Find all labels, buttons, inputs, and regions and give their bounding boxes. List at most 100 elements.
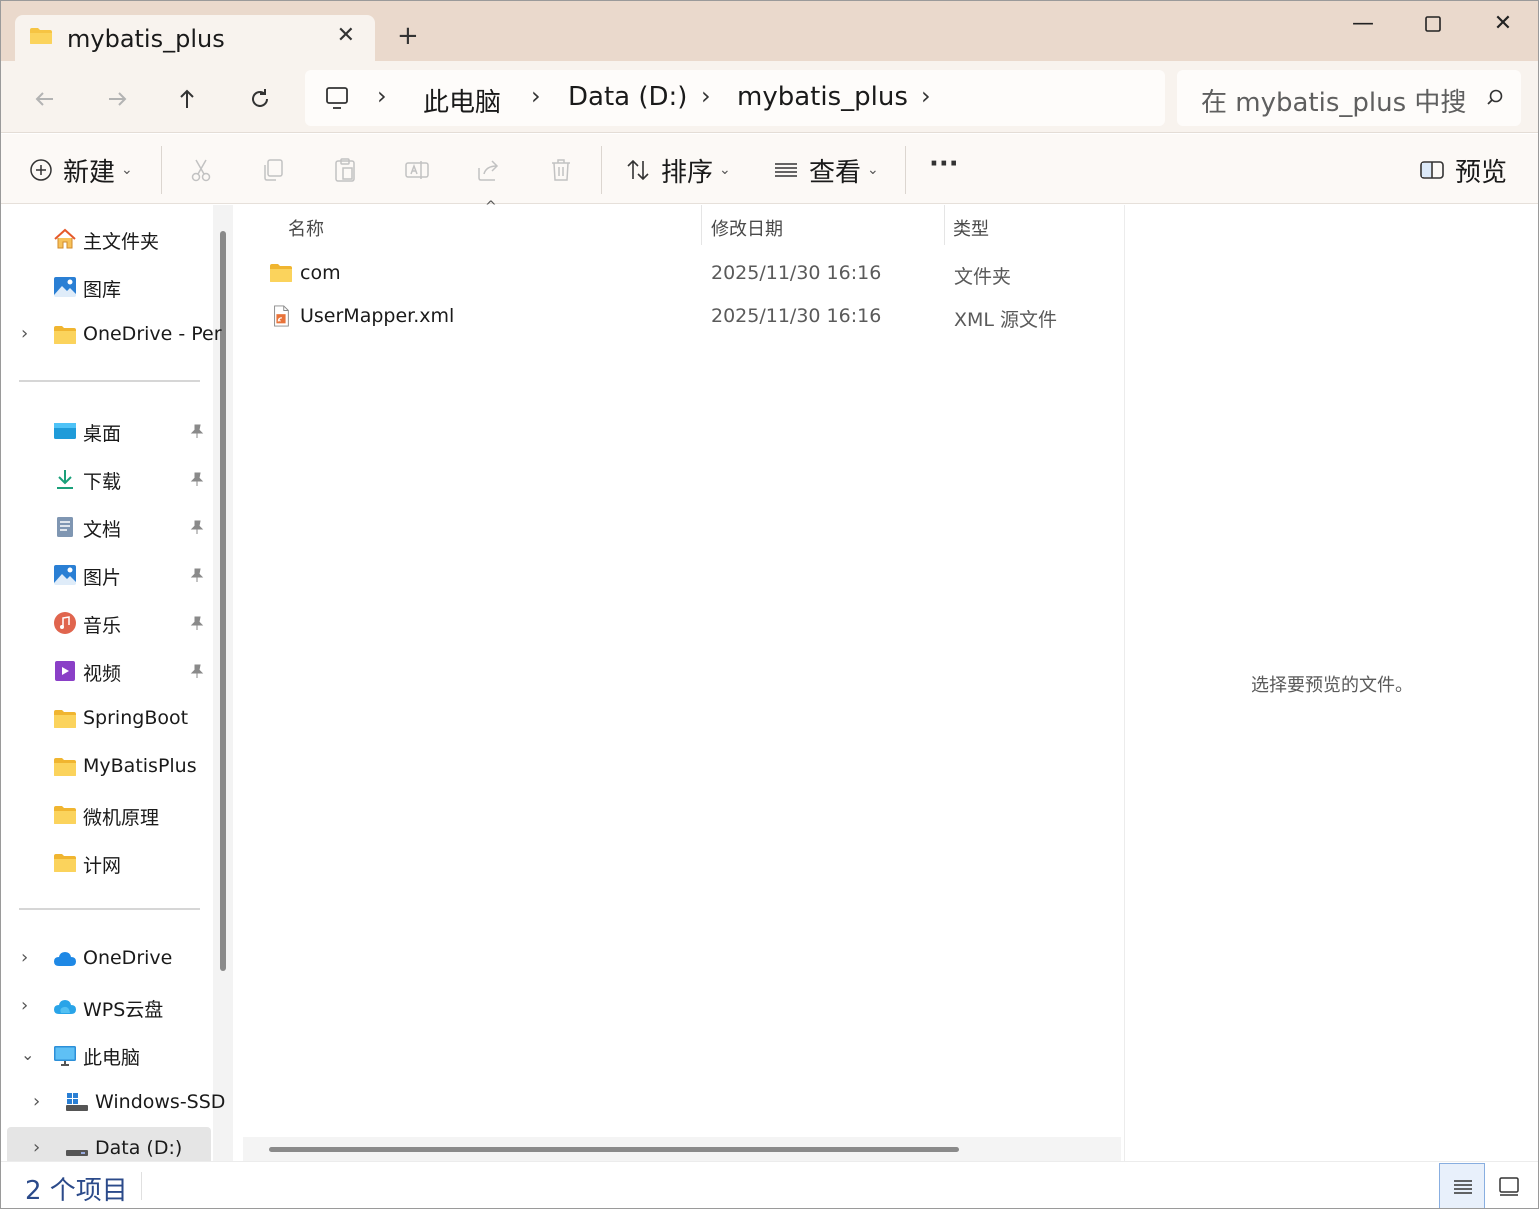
share-icon[interactable] (475, 156, 503, 184)
breadcrumb-this-pc[interactable]: 此电脑 (423, 82, 501, 119)
sidebar-item-label: 视频 (83, 663, 122, 685)
item-count: 2 个项目 (25, 1176, 128, 1206)
chevron-right-icon[interactable]: › (531, 82, 541, 110)
pin-icon[interactable] (189, 567, 205, 583)
sidebar-item-label: MyBatisPlus (83, 755, 197, 777)
sidebar-item-home[interactable]: 主文件夹 (1, 217, 211, 261)
new-button[interactable]: 新建 ⌄ (29, 154, 133, 188)
music-icon (54, 612, 76, 634)
sidebar-item-label: 图片 (83, 567, 122, 589)
close-window-button[interactable]: ✕ (1483, 9, 1523, 39)
chevron-down-icon: ⌄ (719, 162, 731, 178)
chevron-right-icon[interactable]: › (701, 82, 711, 110)
folder-icon (54, 710, 76, 728)
file-explorer-window: mybatis_plus ✕ + — ✕ › 此电脑 › Data (D:) ›… (0, 0, 1539, 1209)
sidebar-item-data-drive[interactable]: › Data (D:) (7, 1127, 211, 1161)
chevron-right-icon[interactable]: › (21, 947, 28, 968)
folder-icon (30, 28, 52, 44)
preview-message: 选择要预览的文件。 (1251, 675, 1413, 696)
sidebar-item-desktop[interactable]: 桌面 (1, 409, 211, 453)
tab-mybatis-plus[interactable]: mybatis_plus ✕ (15, 15, 375, 61)
sidebar-item-windows-ssd[interactable]: › Windows-SSD (1, 1081, 225, 1125)
minimize-button[interactable]: — (1343, 9, 1383, 39)
sidebar-item-pictures[interactable]: 图片 (1, 553, 211, 597)
back-icon[interactable] (29, 83, 61, 115)
delete-icon[interactable] (547, 156, 575, 184)
sidebar-item-label: Windows-SSD (95, 1091, 226, 1113)
folder-icon (54, 806, 76, 824)
video-icon (55, 661, 75, 681)
pin-icon[interactable] (189, 471, 205, 487)
chevron-right-icon[interactable]: › (377, 82, 387, 110)
sidebar-item-springboot[interactable]: SpringBoot (1, 697, 211, 741)
pin-icon[interactable] (189, 423, 205, 439)
sidebar-item-downloads[interactable]: 下载 (1, 457, 211, 501)
preview-pane-button[interactable]: 预览 (1419, 154, 1508, 188)
column-divider[interactable] (944, 205, 945, 245)
folder-icon (54, 854, 76, 872)
pin-icon[interactable] (189, 615, 205, 631)
sidebar-item-documents[interactable]: 文档 (1, 505, 211, 549)
tab-close-icon[interactable]: ✕ (337, 25, 355, 47)
folder-icon (54, 758, 76, 776)
sidebar-item-wps-cloud[interactable]: › WPS云盘 (1, 985, 211, 1029)
cut-icon[interactable] (187, 156, 215, 184)
breadcrumb-mybatis-plus[interactable]: mybatis_plus (737, 82, 908, 112)
breadcrumb-data-drive[interactable]: Data (D:) (568, 82, 687, 112)
pictures-icon (54, 565, 76, 585)
sidebar-item-onedrive-personal[interactable]: › OneDrive - Per (1, 313, 222, 357)
view-label: 查看 (809, 157, 862, 188)
chevron-right-icon[interactable]: › (921, 82, 931, 110)
view-list-icon (775, 163, 797, 177)
title-bar: mybatis_plus ✕ + — ✕ (1, 1, 1538, 61)
column-header-name[interactable]: 名称 (288, 215, 324, 241)
preview-label: 预览 (1455, 157, 1508, 188)
forward-icon[interactable] (101, 83, 133, 115)
command-bar: 新建 ⌄ 排序 ⌄ 查看 ⌄ ··· 预览 (1, 134, 1538, 204)
chevron-down-icon[interactable]: ⌄ (21, 1045, 34, 1064)
file-row-com[interactable]: com 2025/11/30 16:16 文件夹 (261, 254, 1121, 294)
status-bar: 2 个项目 (1, 1161, 1538, 1208)
sidebar-item-label: 微机原理 (83, 807, 160, 829)
pin-icon[interactable] (189, 663, 205, 679)
details-view-button[interactable] (1439, 1163, 1485, 1208)
sidebar-item-gallery[interactable]: 图库 (1, 265, 211, 309)
pin-icon[interactable] (189, 519, 205, 535)
address-bar[interactable]: › 此电脑 › Data (D:) › mybatis_plus › (305, 70, 1165, 126)
refresh-icon[interactable] (244, 83, 276, 115)
chevron-right-icon[interactable]: › (33, 1091, 40, 1112)
column-header-date[interactable]: 修改日期 (711, 215, 783, 241)
chevron-right-icon[interactable]: › (33, 1137, 40, 1158)
copy-icon[interactable] (259, 156, 287, 184)
large-icons-view-button[interactable] (1487, 1163, 1533, 1208)
maximize-button[interactable] (1413, 9, 1453, 39)
search-box[interactable]: 在 mybatis_plus 中搜 (1177, 70, 1521, 126)
column-header-type[interactable]: 类型 (953, 215, 989, 241)
preview-pane: 选择要预览的文件。 (1124, 205, 1538, 1161)
sidebar-item-microcomputer[interactable]: 微机原理 (1, 793, 211, 837)
sidebar-item-networking[interactable]: 计网 (1, 841, 211, 885)
view-button[interactable]: 查看 ⌄ (773, 154, 879, 188)
chevron-down-icon: ⌄ (867, 162, 879, 178)
chevron-right-icon[interactable]: › (21, 323, 28, 344)
file-row-usermapper-xml[interactable]: UserMapper.xml 2025/11/30 16:16 XML 源文件 (261, 297, 1121, 337)
sidebar-item-mybatisplus[interactable]: MyBatisPlus (1, 745, 211, 789)
new-tab-button[interactable]: + (397, 23, 419, 49)
sidebar-item-this-pc[interactable]: ⌄ 此电脑 (1, 1033, 211, 1077)
rename-icon[interactable] (403, 156, 431, 184)
column-divider[interactable] (701, 205, 702, 245)
sort-button[interactable]: 排序 ⌄ (625, 154, 731, 188)
more-options-button[interactable]: ··· (929, 148, 959, 180)
file-type: XML 源文件 (954, 309, 1058, 331)
horizontal-scrollbar-thumb[interactable] (269, 1147, 959, 1152)
sidebar-item-label: 文档 (83, 519, 122, 541)
sort-ascending-icon: ^ (485, 199, 497, 215)
sidebar-item-onedrive[interactable]: › OneDrive (1, 937, 211, 981)
sidebar-item-music[interactable]: 音乐 (1, 601, 211, 645)
file-name: UserMapper.xml (300, 305, 455, 327)
file-type: 文件夹 (954, 266, 1012, 288)
paste-icon[interactable] (331, 156, 359, 184)
sidebar-item-videos[interactable]: 视频 (1, 649, 211, 693)
chevron-right-icon[interactable]: › (21, 995, 28, 1016)
up-icon[interactable] (171, 83, 203, 115)
